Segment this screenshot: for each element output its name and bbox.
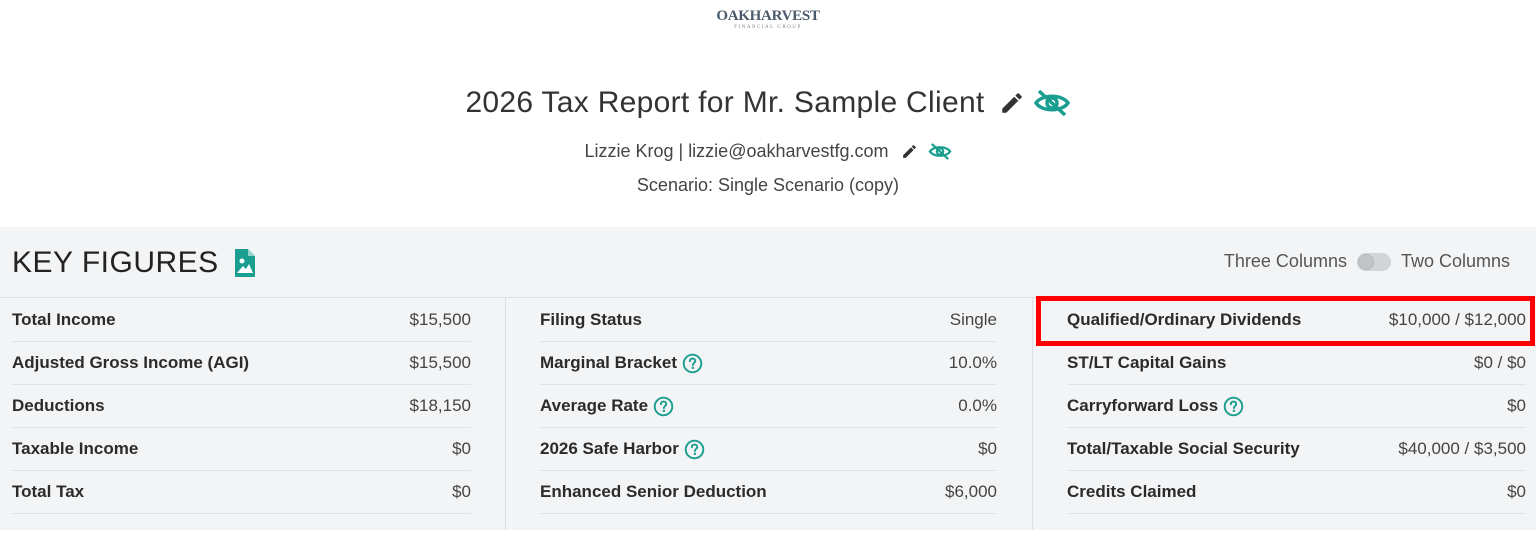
figure-label-text: Adjusted Gross Income (AGI) [12,353,250,372]
figure-label: 2026 Safe Harbor [540,439,705,460]
toggle-label-three[interactable]: Three Columns [1224,251,1347,272]
figure-label-text: Total Income [12,310,116,329]
figure-label-text: Average Rate [540,396,649,415]
figure-value: $40,000 / $3,500 [1398,439,1526,458]
figure-label: Total Tax [12,482,84,502]
figure-label: Enhanced Senior Deduction [540,482,767,502]
figure-value: $0 [978,439,997,458]
toggle-label-two[interactable]: Two Columns [1401,251,1510,272]
key-figures-title: KEY FIGURES [12,246,219,279]
key-figures-header: KEY FIGURES [12,246,257,280]
figure-value: $18,150 [409,396,471,415]
figure-label: Carryforward Loss [1067,396,1244,417]
figure-value: $15,500 [409,310,471,329]
figures-column-1: Total Income $15,500 Adjusted Gross Income… [12,299,471,514]
figure-label-text: 2026 Safe Harbor [540,439,679,458]
pencil-icon[interactable] [999,90,1025,116]
advisor-email: lizzie@oakharvestfg.com [688,141,889,161]
figure-value: 0.0% [958,396,997,415]
question-circle-icon[interactable] [684,439,705,460]
figure-label: Marginal Bracket [540,353,703,374]
switch-knob [1357,253,1374,270]
figure-value: 10.0% [948,353,997,372]
figure-label: Credits Claimed [1067,482,1196,502]
figure-label-text: Credits Claimed [1067,482,1197,501]
company-logo: OAKHARVEST FINANCIAL GROUP [0,8,1536,30]
figure-row: Adjusted Gross Income (AGI) $15,500 [12,342,471,385]
figure-label-text: Enhanced Senior Deduction [540,482,767,501]
figure-row: Filing Status Single [540,299,997,342]
column-toggle: Three Columns Two Columns [1224,251,1510,272]
figure-value: Single [949,310,997,329]
highlight-box [1036,296,1535,346]
figure-label-text: Taxable Income [12,439,139,458]
figure-row: Credits Claimed $0 [1067,471,1526,514]
figure-label: ST/LT Capital Gains [1067,353,1226,373]
figure-row: Total/Taxable Social Security $40,000 / $… [1067,428,1526,471]
figure-label: Average Rate [540,396,674,417]
eye-slash-icon[interactable] [1033,88,1071,118]
figure-value: $0 [1507,482,1526,501]
figures-column-2: Filing Status Single Marginal Bracket 10.0%… [540,299,997,514]
figure-label: Adjusted Gross Income (AGI) [12,353,249,373]
figure-row: Average Rate 0.0% [540,385,997,428]
figure-value: $0 / $0 [1474,353,1526,372]
figure-label-text: Carryforward Loss [1067,396,1219,415]
column-divider [1032,297,1033,530]
figure-value: $0 [452,439,471,458]
column-switch[interactable] [1356,252,1391,271]
figure-row: Deductions $18,150 [12,385,471,428]
figure-label-text: ST/LT Capital Gains [1067,353,1227,372]
figure-label: Total Income [12,310,116,330]
figure-value: $0 [1507,396,1526,415]
report-title: 2026 Tax Report for Mr. Sample Client [465,86,985,119]
figure-label-text: Total/Taxable Social Security [1067,439,1300,458]
figure-label-text: Marginal Bracket [540,353,677,372]
figure-row: Carryforward Loss $0 [1067,385,1526,428]
advisor-row: Lizzie Krog | lizzie@oakharvestfg.com [0,141,1536,162]
figure-label-text: Deductions [12,396,105,415]
figure-label-text: Total Tax [12,482,85,501]
image-file-icon[interactable] [233,248,257,278]
figure-label: Taxable Income [12,439,138,459]
figure-value: $15,500 [409,353,471,372]
figure-row: Total Tax $0 [12,471,471,514]
figure-row: ST/LT Capital Gains $0 / $0 [1067,342,1526,385]
figure-row: Taxable Income $0 [12,428,471,471]
logo-subtitle: FINANCIAL GROUP [734,25,802,30]
eye-slash-icon[interactable] [928,142,952,161]
figure-value: $0 [452,482,471,501]
column-divider [505,297,506,530]
figure-label-text: Filing Status [540,310,642,329]
question-circle-icon[interactable] [1223,396,1244,417]
figure-label: Total/Taxable Social Security [1067,439,1300,459]
report-title-row: 2026 Tax Report for Mr. Sample Client [0,86,1536,120]
figure-value: $6,000 [945,482,997,501]
logo-brand: OAKHARVEST [716,8,820,24]
pencil-icon[interactable] [901,143,918,160]
figure-row: Marginal Bracket 10.0% [540,342,997,385]
question-circle-icon[interactable] [653,396,674,417]
separator: | [678,141,684,161]
figure-row: Total Income $15,500 [12,299,471,342]
scenario-label: Scenario: Single Scenario (copy) [636,175,900,195]
question-circle-icon[interactable] [682,353,703,374]
figure-label: Filing Status [540,310,642,330]
advisor-name: Lizzie Krog [584,141,674,161]
figure-row: Enhanced Senior Deduction $6,000 [540,471,997,514]
figure-row: 2026 Safe Harbor $0 [540,428,997,471]
figure-label: Deductions [12,396,105,416]
